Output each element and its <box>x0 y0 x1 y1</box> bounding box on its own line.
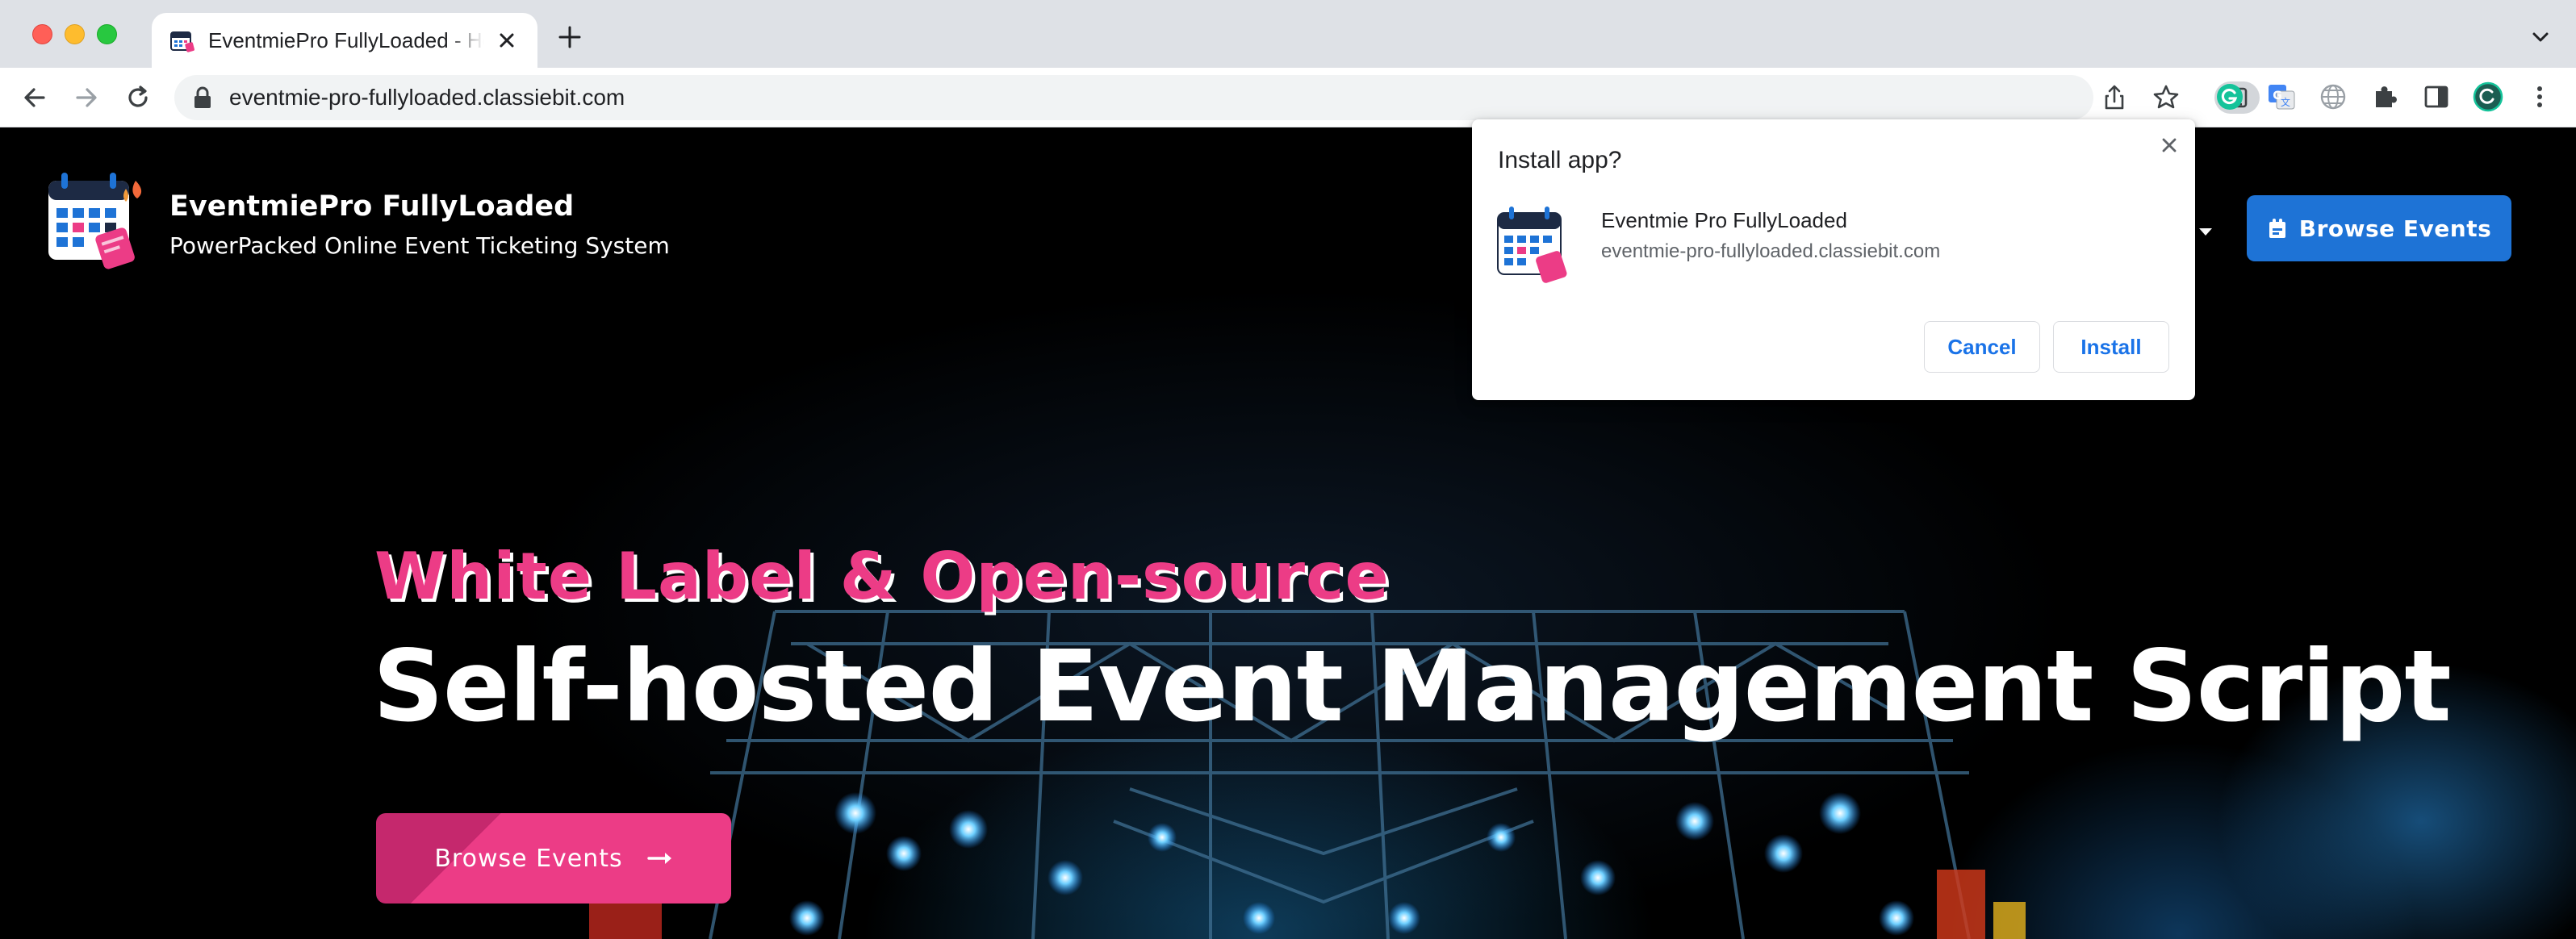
site-logo-icon[interactable] <box>45 169 150 274</box>
install-dialog-app-url: eventmie-pro-fullyloaded.classiebit.com <box>1601 240 1941 262</box>
lock-icon[interactable] <box>192 86 213 109</box>
chevron-down-icon[interactable] <box>2529 26 2552 48</box>
star-icon[interactable] <box>2150 81 2182 114</box>
arrow-left-icon[interactable] <box>19 82 50 113</box>
browser-toolbar: eventmie-pro-fullyloaded.classiebit.com <box>0 68 2576 127</box>
install-dialog-app-name: Eventmie Pro FullyLoaded <box>1601 208 1847 232</box>
browse-events-hero-label: Browse Events <box>434 844 623 873</box>
browser-tab-active[interactable]: EventmiePro FullyLoaded - Home <box>152 13 537 68</box>
hero-kicker: White Label & Open-source <box>374 539 1390 614</box>
install-app-dialog: Install app? Eventmie Pro FullyLoaded ev… <box>1472 119 2195 400</box>
grammarly-icon[interactable] <box>2214 81 2245 112</box>
arrow-right-icon[interactable] <box>71 82 102 113</box>
browse-events-hero-button[interactable]: Browse Events <box>376 813 731 904</box>
tab-title: EventmiePro FullyLoaded - Home <box>208 28 484 52</box>
app-calendar-ticket-icon <box>1497 207 1567 283</box>
close-icon[interactable] <box>2156 132 2182 158</box>
brand-name[interactable]: EventmiePro FullyLoaded <box>169 190 574 223</box>
caret-down-icon[interactable] <box>2197 223 2214 240</box>
browse-events-header-label: Browse Events <box>2298 215 2492 242</box>
globe-icon[interactable] <box>2318 81 2348 112</box>
calendar-ticket-icon <box>170 31 194 52</box>
window-zoom-button[interactable] <box>97 24 117 44</box>
plus-icon[interactable] <box>557 24 583 50</box>
tab-strip: EventmiePro FullyLoaded - Home <box>0 0 2576 68</box>
share-icon[interactable] <box>2098 81 2131 114</box>
address-bar[interactable]: eventmie-pro-fullyloaded.classiebit.com <box>174 75 2260 120</box>
window-minimize-button[interactable] <box>65 24 85 44</box>
svg-text:文: 文 <box>2281 96 2290 108</box>
install-button[interactable]: Install <box>2053 321 2169 373</box>
kebab-menu-icon[interactable] <box>2524 81 2555 112</box>
window-close-button[interactable] <box>32 24 52 44</box>
hero-title: Self-hosted Event Management Script <box>373 629 2452 744</box>
long-arrow-right-icon <box>646 853 671 864</box>
url-text[interactable]: eventmie-pro-fullyloaded.classiebit.com <box>229 83 625 112</box>
brand-tagline: PowerPacked Online Event Ticketing Syste… <box>169 232 670 259</box>
close-icon[interactable] <box>494 27 520 53</box>
profile-avatar-icon[interactable] <box>2473 81 2503 112</box>
side-panel-icon[interactable] <box>2421 81 2452 112</box>
install-dialog-title: Install app? <box>1498 147 1622 173</box>
browse-events-header-button[interactable]: Browse Events <box>2247 195 2511 261</box>
cancel-button[interactable]: Cancel <box>1924 321 2040 373</box>
reload-icon[interactable] <box>123 82 153 113</box>
puzzle-icon[interactable] <box>2369 81 2400 112</box>
google-translate-icon[interactable]: G 文 <box>2266 81 2297 112</box>
ticket-icon <box>2269 219 2285 238</box>
